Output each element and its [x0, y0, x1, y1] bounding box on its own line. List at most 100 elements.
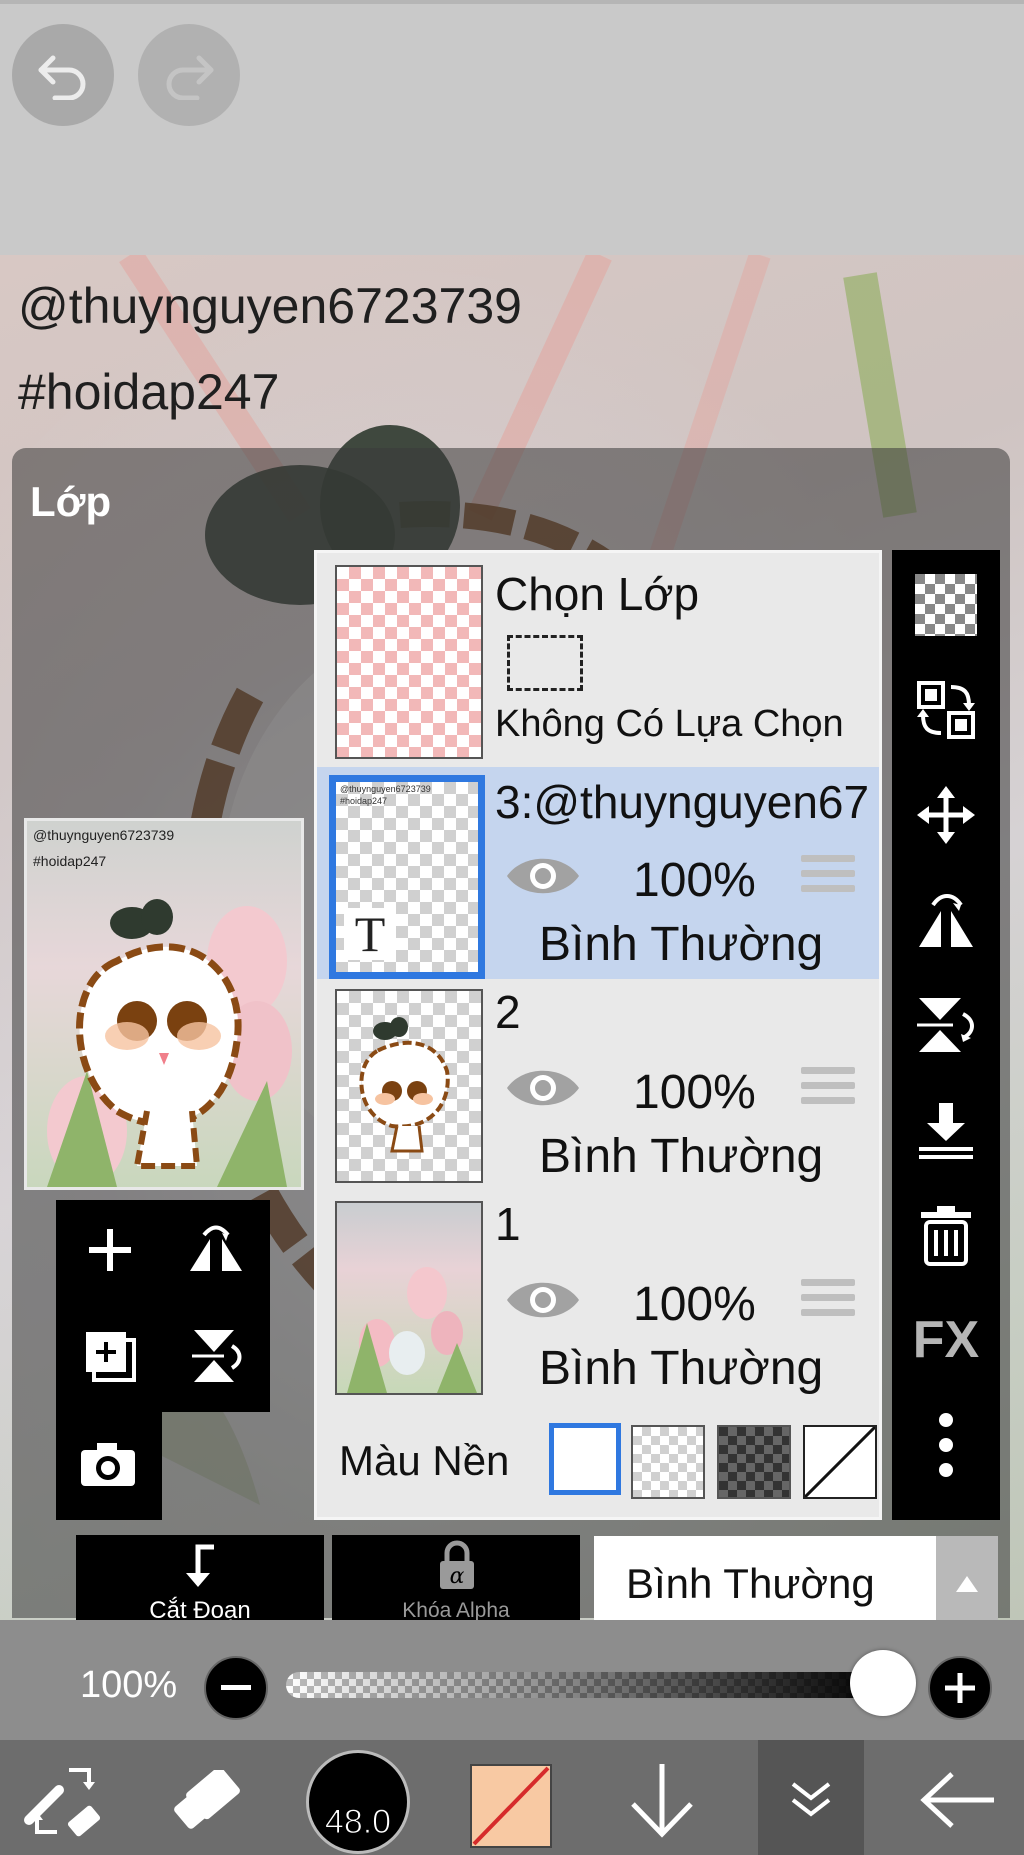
- back-button[interactable]: [908, 1750, 1008, 1850]
- layer-list: Chọn Lớp Không Có Lựa Chọn @thuynguyen67…: [314, 550, 882, 1520]
- merge-down-icon: [919, 1103, 973, 1159]
- selection-thumbnail: [335, 565, 483, 759]
- layer-opacity: 100%: [633, 854, 756, 907]
- brush-eraser-swap-button[interactable]: [14, 1750, 114, 1850]
- layer-row[interactable]: 2 100% Bình Thường: [317, 979, 879, 1193]
- move-button[interactable]: [892, 770, 1000, 860]
- layer-thumb-text-hashtag: #hoidap247: [340, 796, 388, 806]
- flip-vertical-button[interactable]: [166, 1306, 266, 1406]
- triangle-up-icon: [956, 1576, 978, 1592]
- swap-layers-icon: [917, 681, 975, 739]
- dashed-selection-icon: [507, 635, 583, 691]
- lock-icon: α: [440, 1540, 474, 1589]
- brush-size-button[interactable]: 48.0: [306, 1750, 410, 1854]
- flip-horizontal-icon: [190, 1225, 242, 1271]
- right-layer-toolbar: FX: [892, 550, 1000, 1520]
- bg-transparent-dark-swatch[interactable]: [717, 1425, 791, 1499]
- preview-text-username: @thuynguyen6723739: [33, 827, 175, 843]
- layer-thumbnail: @thuynguyen6723739 #hoidap247 T: [329, 775, 485, 979]
- redo-button[interactable]: [138, 24, 240, 126]
- plus-icon: [945, 1673, 975, 1703]
- opacity-decrease-button[interactable]: [204, 1656, 268, 1720]
- visibility-eye-icon[interactable]: [505, 1275, 581, 1325]
- undo-arrow-icon: [38, 55, 86, 100]
- clipping-button[interactable]: Cắt Đoạn: [76, 1535, 324, 1633]
- flip-horizontal-button[interactable]: [166, 1200, 266, 1300]
- camera-import-button[interactable]: [58, 1414, 158, 1514]
- bg-white-swatch[interactable]: [549, 1423, 621, 1495]
- clip-arrow-icon: [186, 1544, 214, 1587]
- alpha-lock-button[interactable]: α Khóa Alpha: [332, 1535, 580, 1633]
- layer-name: 2: [495, 986, 521, 1038]
- canvas-text-hashtag: #hoidap247: [18, 364, 280, 420]
- current-color-swatch[interactable]: [470, 1764, 552, 1848]
- opacity-increase-button[interactable]: [928, 1656, 992, 1720]
- duplicate-layer-button[interactable]: [60, 1306, 160, 1406]
- undo-button[interactable]: [12, 24, 114, 126]
- svg-text:α: α: [450, 1564, 465, 1589]
- canvas-preview[interactable]: @thuynguyen6723739 #hoidap247: [24, 818, 304, 1190]
- move-down-button[interactable]: [620, 1750, 704, 1850]
- layers-panel-toggle-button[interactable]: [758, 1740, 864, 1855]
- bottom-toolbar: 48.0: [0, 1740, 1024, 1855]
- flip-layer-vertical-button[interactable]: [892, 980, 1000, 1070]
- move-arrows-icon: [917, 786, 975, 844]
- transparency-button[interactable]: [892, 560, 1000, 650]
- swap-layers-button[interactable]: [892, 665, 1000, 755]
- layer-name: 3:@thuynguyen67: [495, 776, 870, 828]
- merge-down-button[interactable]: [892, 1085, 1000, 1175]
- layer-thumbnail: [335, 1201, 483, 1395]
- arrow-left-icon: [920, 1772, 994, 1828]
- visibility-eye-icon[interactable]: [505, 1063, 581, 1113]
- opacity-slider-track[interactable]: [286, 1672, 886, 1698]
- brush-size-value: 48.0: [324, 1802, 392, 1841]
- bg-transparent-light-swatch[interactable]: [631, 1425, 705, 1499]
- selection-title: Chọn Lớp: [495, 568, 700, 620]
- dropdown-arrow-button[interactable]: [936, 1536, 998, 1632]
- layer-thumb-text-username: @thuynguyen6723739: [340, 784, 431, 794]
- layer-thumbnail: [335, 989, 483, 1183]
- drag-handle-icon[interactable]: [801, 1279, 855, 1324]
- selection-layer-row[interactable]: Chọn Lớp Không Có Lựa Chọn: [317, 553, 879, 769]
- plus-icon: [89, 1229, 131, 1271]
- redo-arrow-icon: [166, 55, 214, 100]
- checkerboard-icon: [915, 574, 977, 636]
- drag-handle-icon[interactable]: [801, 1067, 855, 1112]
- text-layer-icon: T: [344, 908, 396, 960]
- more-vertical-icon: [939, 1413, 953, 1477]
- flip-vertical-icon: [917, 998, 974, 1052]
- layer-opacity: 100%: [633, 1278, 756, 1331]
- fx-button[interactable]: FX: [892, 1295, 1000, 1385]
- copy-layer-icon: [86, 1332, 136, 1382]
- add-layer-button[interactable]: [60, 1200, 160, 1300]
- layer-row[interactable]: @thuynguyen6723739 #hoidap247 T 3:@thuyn…: [317, 767, 879, 981]
- brush-swap-icon: [24, 1768, 101, 1837]
- flip-horizontal-icon: [919, 894, 973, 947]
- camera-icon: [81, 1443, 135, 1486]
- panel-title: Lớp: [30, 478, 112, 525]
- bg-none-swatch[interactable]: [803, 1425, 877, 1499]
- blend-mode-dropdown[interactable]: Bình Thường: [594, 1536, 998, 1632]
- opacity-slider-knob[interactable]: [850, 1650, 916, 1716]
- visibility-eye-icon[interactable]: [505, 851, 581, 901]
- eraser-icon: [174, 1770, 240, 1829]
- background-color-label: Màu Nền: [339, 1437, 510, 1484]
- double-chevron-down-icon: [791, 1781, 831, 1817]
- character-thumbnail-art: [359, 1017, 450, 1153]
- layer-row[interactable]: 1 100% Bình Thường: [317, 1191, 879, 1405]
- opacity-slider-row: 100%: [0, 1620, 1024, 1740]
- background-color-row: Màu Nền: [317, 1403, 879, 1517]
- tulip-thumbnail-art: [347, 1267, 477, 1393]
- more-options-button[interactable]: [892, 1400, 1000, 1490]
- drag-handle-icon[interactable]: [801, 855, 855, 900]
- minus-icon: [221, 1685, 251, 1690]
- trash-icon: [921, 1206, 971, 1266]
- color-slash-icon: [472, 1766, 550, 1846]
- eraser-tool-button[interactable]: [162, 1750, 262, 1850]
- preview-text-hashtag: #hoidap247: [33, 853, 107, 869]
- layer-blend-mode: Bình Thường: [539, 1342, 824, 1395]
- layer-blend-mode: Bình Thường: [539, 1130, 824, 1183]
- flip-layer-horizontal-button[interactable]: [892, 875, 1000, 965]
- blend-mode-value: Bình Thường: [626, 1560, 875, 1607]
- delete-layer-button[interactable]: [892, 1190, 1000, 1280]
